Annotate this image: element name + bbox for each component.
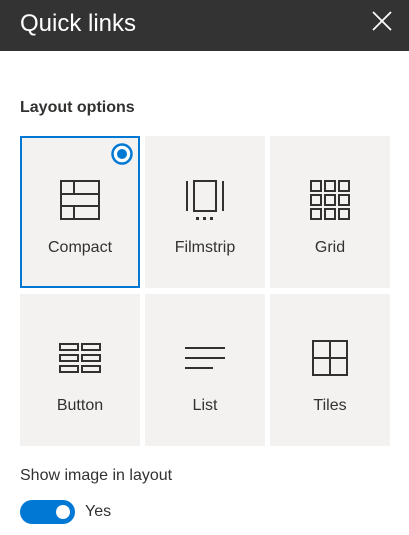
layout-option-compact[interactable]: Compact <box>20 136 140 288</box>
show-image-toggle[interactable] <box>20 500 75 524</box>
layout-option-button[interactable]: Button <box>20 294 140 446</box>
grid-layout-icon <box>310 180 350 220</box>
toggle-state-text: Yes <box>85 503 112 520</box>
layout-option-label: Button <box>56 397 104 414</box>
show-image-label: Show image in layout <box>20 467 173 484</box>
list-layout-icon <box>185 347 225 369</box>
layout-option-label: List <box>192 397 218 414</box>
radio-selected-icon <box>111 143 133 165</box>
close-button[interactable] <box>364 4 400 40</box>
layout-option-filmstrip[interactable]: Filmstrip <box>145 136 265 288</box>
layout-option-list[interactable]: List <box>145 294 265 446</box>
panel-header: Quick links <box>0 0 409 51</box>
layout-option-tiles[interactable]: Tiles <box>270 294 390 446</box>
tiles-layout-icon <box>312 340 348 376</box>
layout-options-heading: Layout options <box>20 99 135 116</box>
layout-option-label: Compact <box>47 239 113 256</box>
close-icon <box>372 11 392 31</box>
layout-option-label: Grid <box>314 239 346 256</box>
toggle-knob <box>56 505 70 519</box>
button-layout-icon <box>59 343 101 373</box>
layout-option-label: Filmstrip <box>174 239 236 256</box>
panel-title: Quick links <box>20 10 137 37</box>
compact-layout-icon <box>60 180 100 220</box>
layout-option-grid[interactable]: Grid <box>270 136 390 288</box>
layout-option-label: Tiles <box>313 397 347 414</box>
filmstrip-layout-icon <box>186 180 224 220</box>
